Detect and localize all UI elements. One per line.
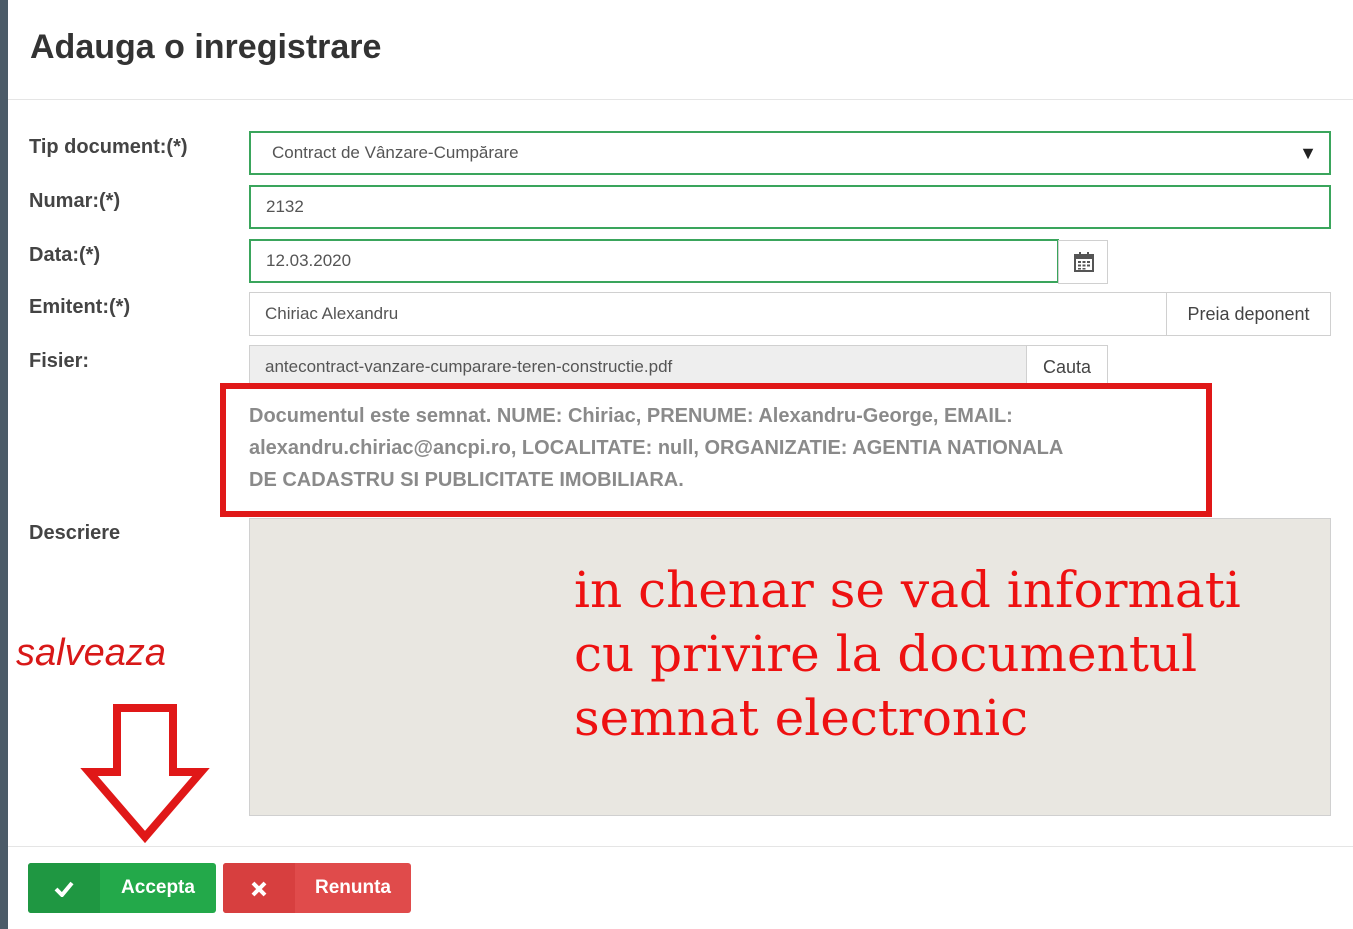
add-record-dialog: Adauga o inregistrare Tip document:(*) C… xyxy=(8,0,1353,929)
fisier-label: Fisier: xyxy=(29,350,90,372)
descriere-label: Descriere xyxy=(29,522,121,544)
close-icon xyxy=(223,863,295,913)
accept-button[interactable]: Accepta xyxy=(28,863,216,913)
annotation-line: cu privire la documentul xyxy=(574,625,1198,683)
save-annotation: salveaza xyxy=(16,632,166,674)
chevron-down-icon: ▼ xyxy=(1299,143,1317,163)
data-input[interactable]: 12.03.2020 xyxy=(249,239,1059,283)
annotation-line: semnat electronic xyxy=(574,689,1029,747)
dialog-title: Adauga o inregistrare xyxy=(30,28,382,66)
tip-document-value: Contract de Vânzare-Cumpărare xyxy=(272,143,519,162)
tip-document-label: Tip document:(*) xyxy=(29,136,188,158)
highlight-box xyxy=(220,383,1212,517)
cancel-button[interactable]: Renunta xyxy=(223,863,411,913)
data-label: Data:(*) xyxy=(29,244,101,266)
accept-label: Accepta xyxy=(121,877,195,898)
emitent-label: Emitent:(*) xyxy=(29,296,131,318)
cancel-label: Renunta xyxy=(315,877,391,898)
calendar-button[interactable] xyxy=(1058,240,1108,284)
arrow-down-icon xyxy=(80,704,210,844)
preia-deponent-button[interactable]: Preia deponent xyxy=(1166,292,1331,336)
numar-input[interactable]: 2132 xyxy=(249,185,1331,229)
numar-label: Numar:(*) xyxy=(29,190,121,212)
annotation-line: in chenar se vad informati xyxy=(574,561,1241,619)
tip-document-select[interactable]: Contract de Vânzare-Cumpărare ▼ xyxy=(249,131,1331,175)
dialog-header: Adauga o inregistrare xyxy=(8,0,1353,100)
calendar-icon xyxy=(1074,252,1094,272)
annotation-note: in chenar se vad informati cu privire la… xyxy=(574,558,1294,750)
check-icon xyxy=(28,863,100,913)
emitent-input[interactable]: Chiriac Alexandru xyxy=(249,292,1167,336)
